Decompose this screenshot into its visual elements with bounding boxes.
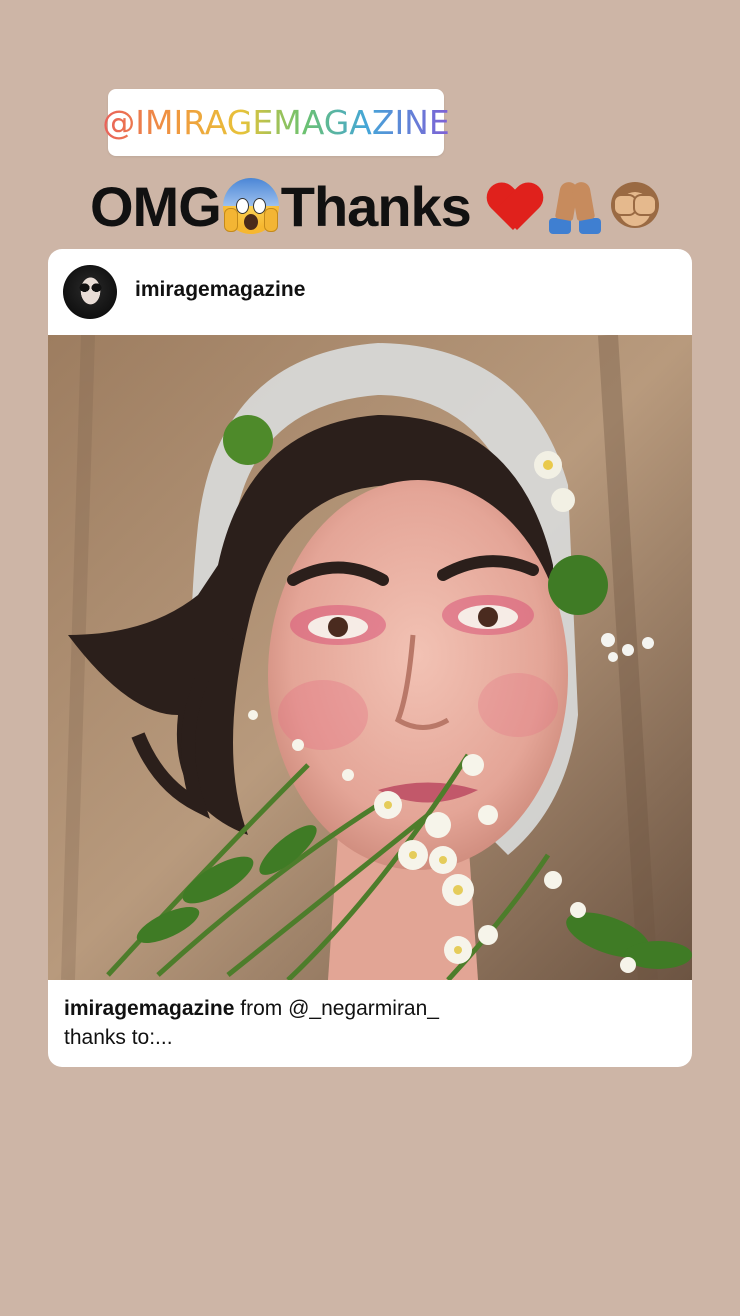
caption-text-thanks: Thanks [280,174,472,238]
post-username[interactable]: imiragemagazine [135,278,305,302]
post-caption: imiragemagazine from @_negarmiran_ thank… [64,994,674,1052]
face-screaming-in-fear-icon [222,178,279,234]
story-caption: OMG Thanks [90,170,700,242]
red-heart-icon [487,178,543,234]
caption-text: from @_negarmiran_ [234,997,439,1020]
caption-username[interactable]: imiragemagazine [64,997,234,1020]
mention-text: @IMIRAGEMAGAZINE [102,103,450,142]
mention-sticker[interactable]: @IMIRAGEMAGAZINE [102,89,450,156]
avatar[interactable] [63,265,117,319]
folded-hands-icon [547,178,603,234]
post-photo[interactable] [48,335,692,980]
see-no-evil-monkey-icon [607,178,663,234]
post-header[interactable]: imiragemagazine [48,249,692,335]
portrait-photo [48,335,692,980]
shared-post-card[interactable]: imiragemagazine imiragemagazine from @_n… [48,249,692,1067]
caption-text-omg: OMG [90,174,222,238]
caption-line-2: thanks to:... [64,1026,173,1049]
